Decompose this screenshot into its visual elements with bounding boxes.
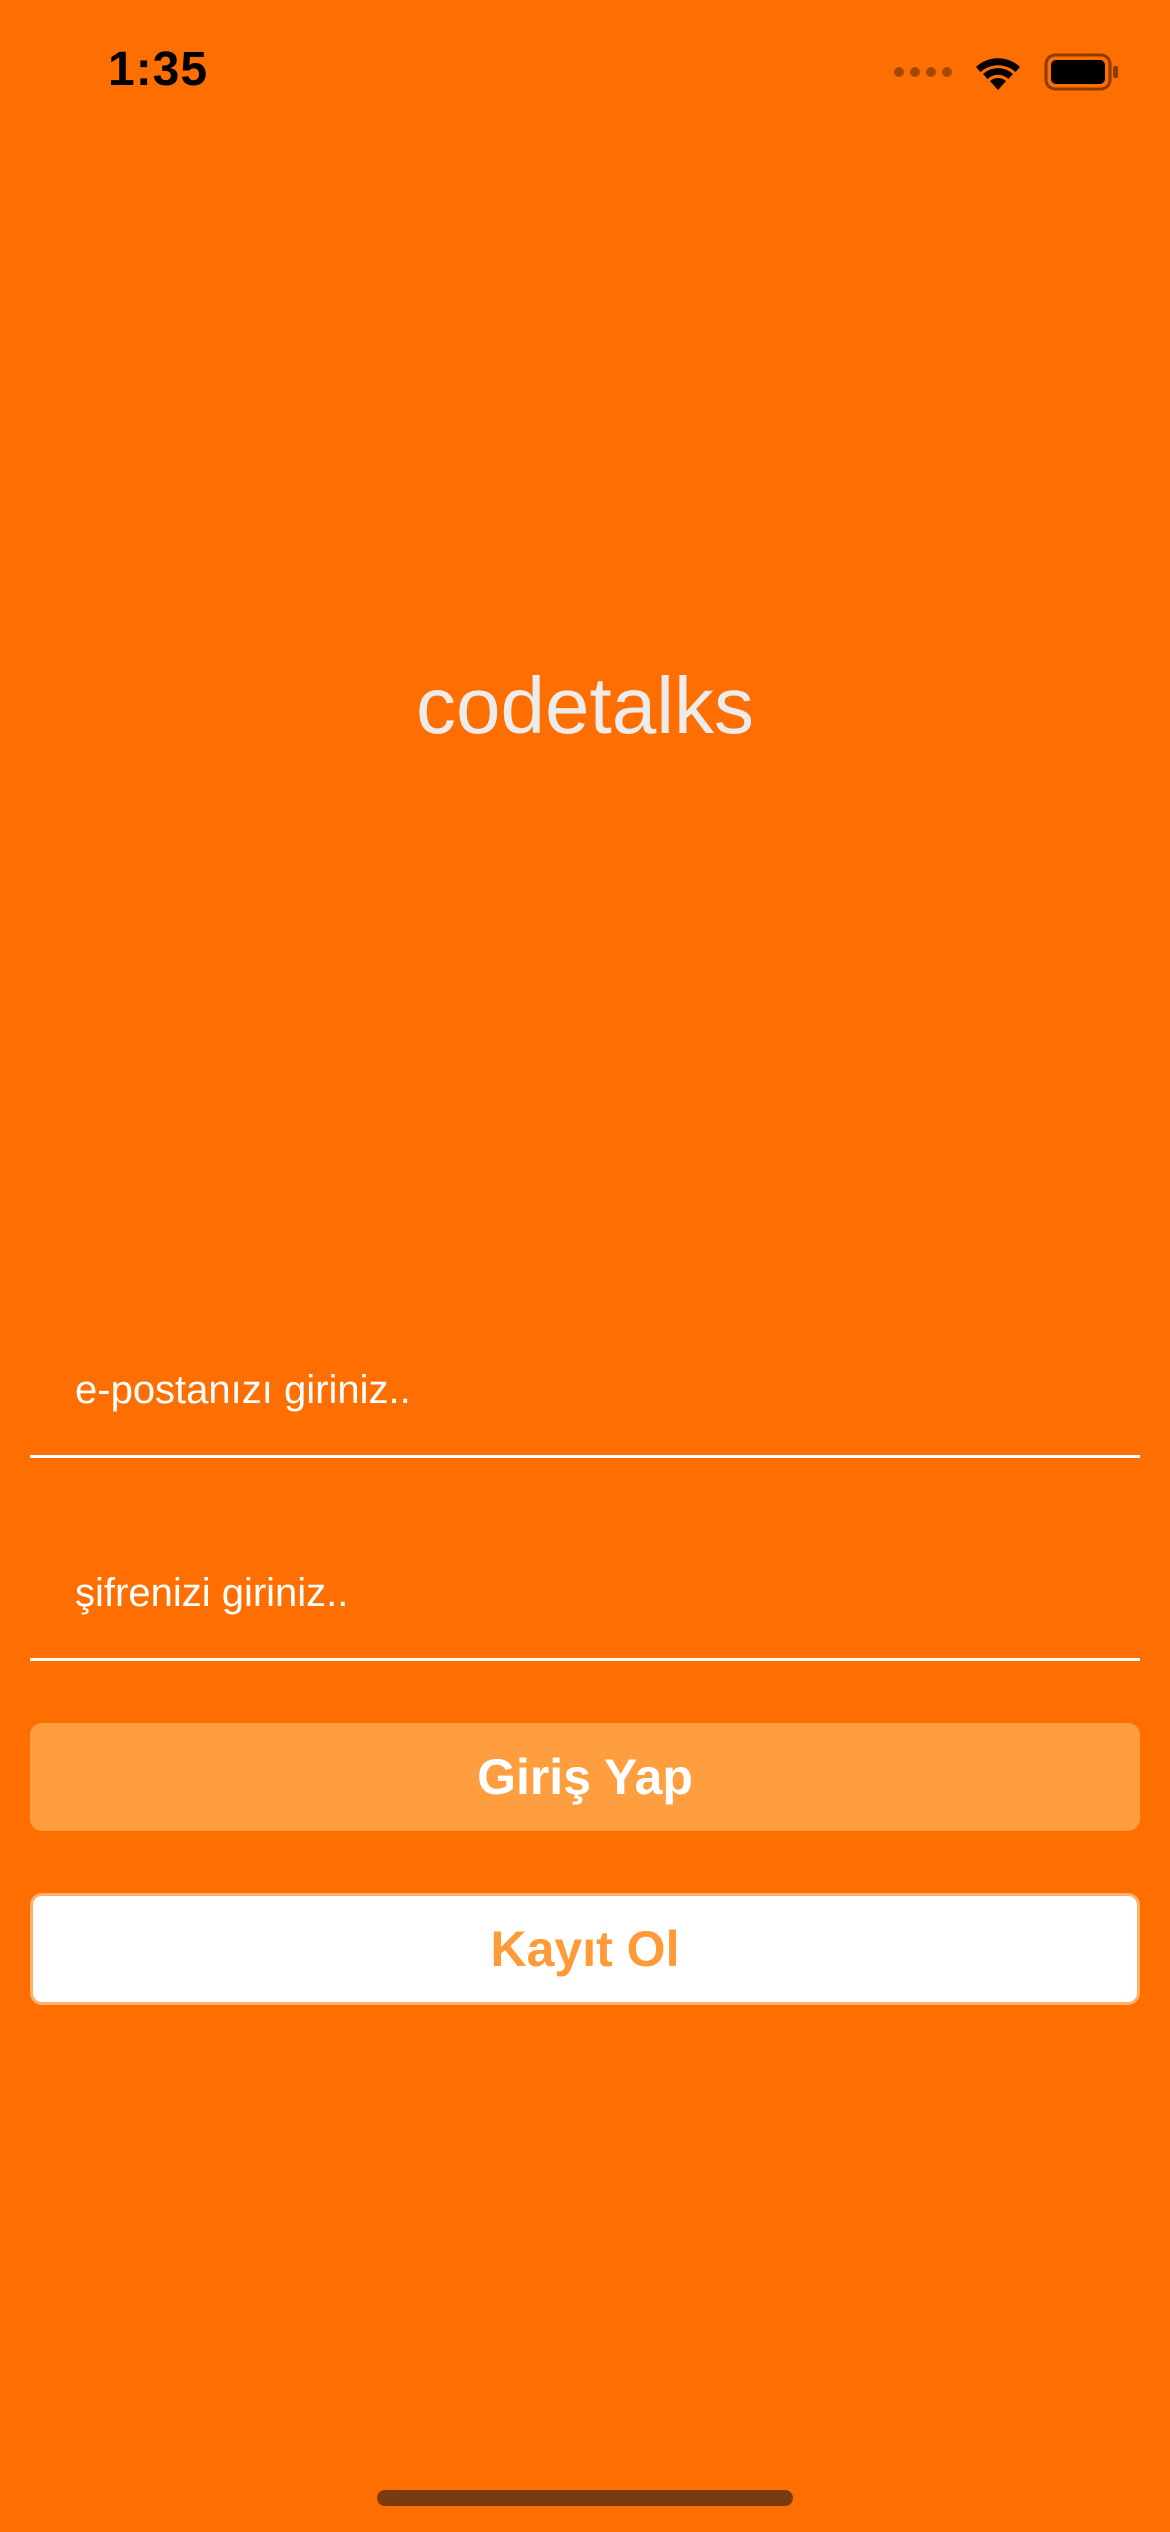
register-button-label: Kayıt Ol [490, 1921, 680, 1977]
login-button-label: Giriş Yap [477, 1749, 693, 1805]
signal-icon [894, 67, 952, 77]
wifi-icon [972, 52, 1024, 92]
register-button[interactable]: Kayıt Ol [30, 1893, 1140, 2005]
email-field[interactable] [30, 1325, 1140, 1458]
app-title: codetalks [416, 661, 754, 750]
password-input[interactable] [75, 1528, 1095, 1658]
email-input[interactable] [75, 1325, 1095, 1455]
status-icons [894, 52, 1120, 92]
login-button[interactable]: Giriş Yap [30, 1723, 1140, 1831]
battery-icon [1044, 53, 1120, 91]
status-bar: 1:35 [0, 0, 1170, 150]
password-field[interactable] [30, 1528, 1140, 1661]
status-time: 1:35 [108, 43, 209, 96]
home-indicator[interactable] [377, 2490, 793, 2506]
